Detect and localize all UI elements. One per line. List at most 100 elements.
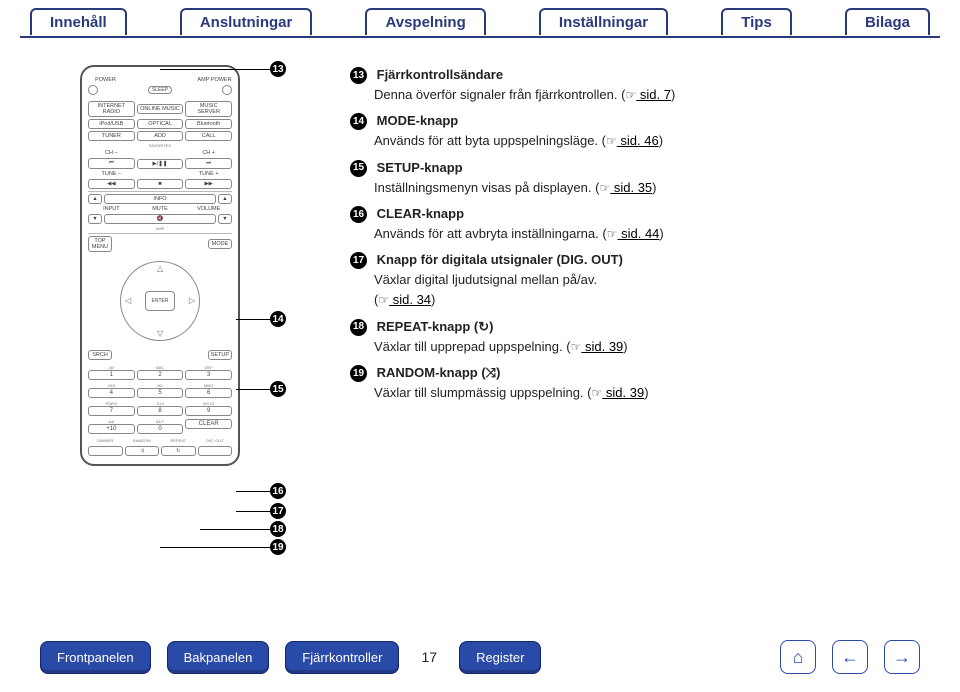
desc-title-17: Knapp för digitala utsignaler (DIG. OUT) <box>377 252 623 267</box>
btn-mode: MODE <box>208 239 232 249</box>
page-link-39a[interactable]: sid. 39 <box>581 339 623 354</box>
desc-body-19: Växlar till slumpmässig uppspelning. <box>374 385 584 400</box>
desc-title-16: CLEAR-knapp <box>377 206 464 221</box>
nav-frontpanelen[interactable]: Frontpanelen <box>40 641 151 674</box>
label-dig-out: DIG. OUT <box>198 438 233 443</box>
tab-installningar[interactable]: Inställningar <box>539 8 668 35</box>
leader-15 <box>236 389 270 390</box>
key-1: 1 <box>88 370 135 380</box>
desc-num-18: 18 <box>350 319 367 336</box>
desc-item-18: 18 REPEAT-knapp (↻) Växlar till upprepad… <box>350 317 920 357</box>
page-link-39b[interactable]: sid. 39 <box>602 385 644 400</box>
desc-num-19: 19 <box>350 365 367 382</box>
page-link-35[interactable]: sid. 35 <box>610 180 652 195</box>
label-tune-plus: TUNE + <box>185 171 232 177</box>
tab-avspelning[interactable]: Avspelning <box>365 8 485 35</box>
callout-marker-16: 16 <box>270 483 286 499</box>
label-favorites: FAVORITES <box>88 143 232 148</box>
desc-title-19: RANDOM-knapp (⤨) <box>377 365 501 380</box>
callout-marker-14: 14 <box>270 311 286 327</box>
desc-item-17: 17 Knapp för digitala utsignaler (DIG. O… <box>350 250 920 310</box>
main-content: POWER AMP POWER SLEEP INTERNET RADIO ONL… <box>0 35 960 476</box>
label-amp: AMP <box>88 226 232 231</box>
btn-down2: ▼ <box>218 214 232 224</box>
label-random: RANDOM <box>125 438 160 443</box>
arrow-up-icon: △ <box>157 264 163 273</box>
tab-bilaga[interactable]: Bilaga <box>845 8 930 35</box>
label-volume: VOLUME <box>185 206 232 212</box>
btn-setup: SETUP <box>208 350 232 360</box>
description-list: 13 Fjärrkontrollsändare Denna överför si… <box>350 65 920 466</box>
desc-item-13: 13 Fjärrkontrollsändare Denna överför si… <box>350 65 920 105</box>
page-number: 17 <box>421 649 437 665</box>
key-2: 2 <box>137 370 184 380</box>
nav-wheel: △ ▽ ◁ ▷ ENTER <box>115 256 205 346</box>
paren-close: ) <box>671 87 675 102</box>
desc-item-19: 19 RANDOM-knapp (⤨) Växlar till slumpmäs… <box>350 363 920 403</box>
power-button-icon <box>88 85 98 95</box>
page-link-34[interactable]: sid. 34 <box>389 292 431 307</box>
btn-random: ⤨ <box>125 446 160 456</box>
remote-diagram-column: POWER AMP POWER SLEEP INTERNET RADIO ONL… <box>60 65 310 466</box>
desc-title-18: REPEAT-knapp (↻) <box>377 319 494 334</box>
label-ch-minus: CH – <box>88 150 135 156</box>
page-link-44[interactable]: sid. 44 <box>617 226 659 241</box>
callout-marker-17: 17 <box>270 503 286 519</box>
desc-num-16: 16 <box>350 206 367 223</box>
key-0: 0 <box>137 424 184 434</box>
leader-14 <box>236 319 270 320</box>
hand-icon: ☞ <box>625 88 636 102</box>
prev-page-button[interactable]: ← <box>832 640 868 674</box>
btn-down: ▼ <box>88 214 102 224</box>
hand-icon: ☞ <box>592 386 603 400</box>
label-repeat: REPEAT <box>161 438 196 443</box>
nav-fjarrkontroller[interactable]: Fjärrkontroller <box>285 641 399 674</box>
sleep-button: SLEEP <box>148 86 172 94</box>
desc-body-14: Används för att byta uppspelningsläge. <box>374 133 598 148</box>
key-8: 8 <box>137 406 184 416</box>
arrow-down-icon: ▽ <box>157 329 163 338</box>
nav-bakpanelen[interactable]: Bakpanelen <box>167 641 270 674</box>
btn-dimmer <box>88 446 123 456</box>
arrow-left-icon: ◁ <box>125 296 131 305</box>
btn-stop: ■ <box>137 179 184 189</box>
tab-anslutningar[interactable]: Anslutningar <box>180 8 313 35</box>
leader-13 <box>160 69 270 70</box>
label-dimmer: DIMMER <box>88 438 123 443</box>
nav-register[interactable]: Register <box>459 641 541 674</box>
label-mute: MUTE <box>137 206 184 212</box>
btn-enter: ENTER <box>145 291 175 311</box>
next-page-button[interactable]: → <box>884 640 920 674</box>
keypad: .@/1 ABC2 DEF3 GHI4 JKL5 MNO6 PQRS7 TUV8… <box>88 364 232 434</box>
key-3: 3 <box>185 370 232 380</box>
desc-body-13: Denna överför signaler från fjärrkontrol… <box>374 87 618 102</box>
label-amp-power: AMP POWER <box>197 77 232 83</box>
hand-icon: ☞ <box>606 134 617 148</box>
desc-body-16: Används för att avbryta inställningarna. <box>374 226 599 241</box>
src-optical: OPTICAL <box>137 119 184 129</box>
label-power: POWER <box>88 77 123 83</box>
arrow-right-icon: ▷ <box>189 296 195 305</box>
page-link-46[interactable]: sid. 46 <box>617 133 659 148</box>
top-nav: Innehåll Anslutningar Avspelning Inställ… <box>0 0 960 35</box>
btn-rew: ◀◀ <box>88 179 135 189</box>
key-6: 6 <box>185 388 232 398</box>
page-link-7[interactable]: sid. 7 <box>636 87 671 102</box>
home-button[interactable]: ⌂ <box>780 640 816 674</box>
bottom-bar: Frontpanelen Bakpanelen Fjärrkontroller … <box>0 640 960 674</box>
home-icon: ⌂ <box>793 647 804 668</box>
callout-marker-19: 19 <box>270 539 286 555</box>
callout-marker-15: 15 <box>270 381 286 397</box>
desc-title-15: SETUP-knapp <box>377 160 463 175</box>
key-clear: CLEAR <box>185 419 232 429</box>
src-ipod-usb: iPod/USB <box>88 119 135 129</box>
leader-16 <box>236 491 270 492</box>
hand-icon: ☞ <box>378 293 389 307</box>
tab-tips[interactable]: Tips <box>721 8 792 35</box>
src-music-server: MUSIC SERVER <box>185 101 232 117</box>
callout-marker-18: 18 <box>270 521 286 537</box>
key-4: 4 <box>88 388 135 398</box>
src-bluetooth: Bluetooth <box>185 119 232 129</box>
tab-innehall[interactable]: Innehåll <box>30 8 127 35</box>
hand-icon: ☞ <box>607 227 618 241</box>
